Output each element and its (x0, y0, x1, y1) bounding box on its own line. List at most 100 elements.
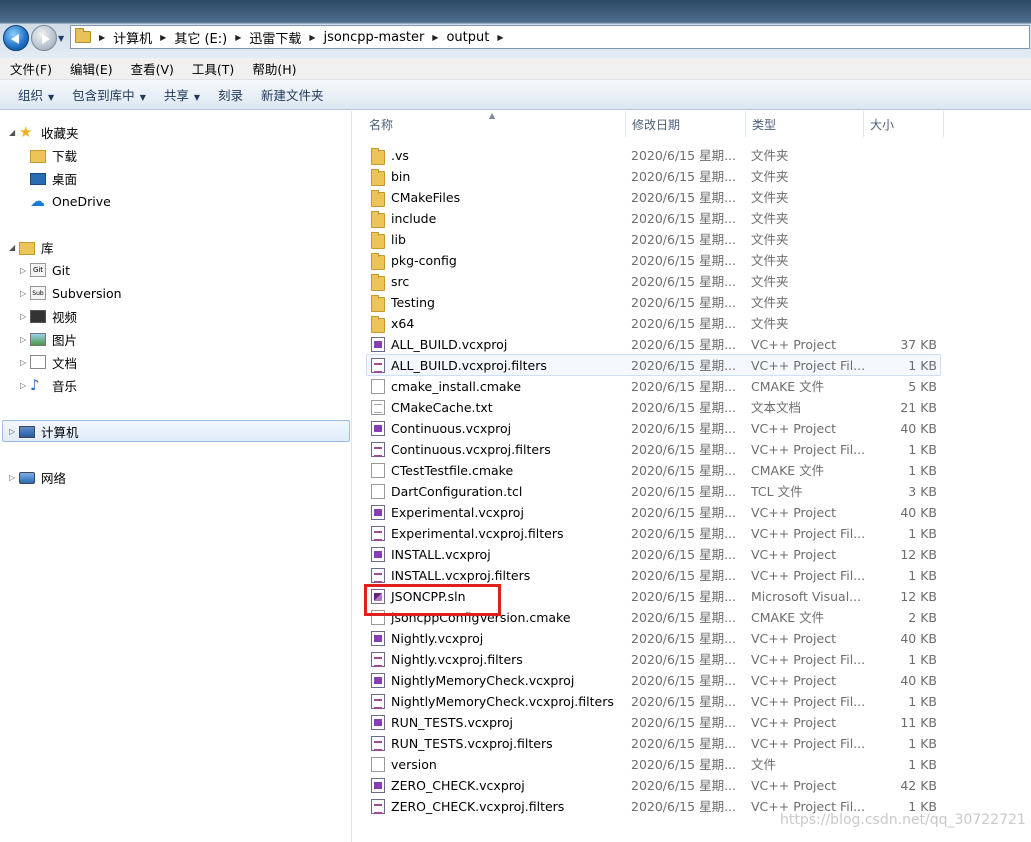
file-row[interactable]: Continuous.vcxproj.filters 2020/6/15 星期..… (353, 439, 1031, 460)
nav-downloads[interactable]: 下载 (30, 145, 77, 165)
file-row[interactable]: DartConfiguration.tcl 2020/6/15 星期... TCL … (353, 481, 1031, 502)
folder-icon (371, 211, 385, 228)
chevron-right-icon[interactable]: ▶ (497, 33, 503, 42)
file-row[interactable]: ALL_BUILD.vcxproj 2020/6/15 星期... VC++ Pro… (353, 334, 1031, 355)
include-in-library-button[interactable]: 包含到库中 ▼ (63, 85, 155, 104)
nav-music[interactable]: ▷ ♪ 音乐 (20, 375, 77, 395)
file-type: VC++ Project Fil... (751, 652, 866, 667)
cloud-icon: ☁ (30, 192, 45, 210)
expand-collapse-icon[interactable]: ◢ (9, 128, 19, 137)
expand-icon[interactable]: ▷ (20, 335, 30, 344)
file-row[interactable]: ZERO_CHECK.vcxproj 2020/6/15 星期... VC++ Pr… (353, 775, 1031, 796)
nav-onedrive[interactable]: ☁ OneDrive (30, 191, 111, 211)
nav-network[interactable]: ▷ 网络 (9, 467, 66, 487)
file-row[interactable]: pkg-config 2020/6/15 星期... 文件夹 (353, 250, 1031, 271)
breadcrumb-computer[interactable]: 计算机 (113, 28, 152, 47)
file-row[interactable]: INSTALL.vcxproj 2020/6/15 星期... VC++ Proje… (353, 544, 1031, 565)
address-bar[interactable]: ▶ 计算机 ▶ 其它 (E:) ▶ 迅雷下载 ▶ jsoncpp-master … (70, 25, 1030, 49)
nav-pictures[interactable]: ▷ 图片 (20, 329, 77, 349)
file-row[interactable]: lib 2020/6/15 星期... 文件夹 (353, 229, 1031, 250)
chevron-right-icon[interactable]: ▶ (309, 33, 315, 42)
breadcrumb-output[interactable]: output (446, 30, 489, 45)
file-row[interactable]: src 2020/6/15 星期... 文件夹 (353, 271, 1031, 292)
file-row[interactable]: Nightly.vcxproj.filters 2020/6/15 星期... VC… (353, 649, 1031, 670)
file-row[interactable]: Nightly.vcxproj 2020/6/15 星期... VC++ Proje… (353, 628, 1031, 649)
expand-collapse-icon[interactable]: ◢ (9, 243, 19, 252)
include-in-library-label: 包含到库中 (72, 88, 135, 103)
recent-pages-dropdown-icon[interactable]: ▼ (58, 34, 64, 43)
file-row[interactable]: ALL_BUILD.vcxproj.filters 2020/6/15 星期...… (353, 355, 1031, 376)
breadcrumb-jsoncpp-master[interactable]: jsoncpp-master (324, 30, 425, 45)
forward-button[interactable] (31, 25, 57, 51)
file-row[interactable]: CMakeFiles 2020/6/15 星期... 文件夹 (353, 187, 1031, 208)
chevron-right-icon[interactable]: ▶ (99, 33, 105, 42)
nav-git[interactable]: ▷ Git Git (20, 260, 70, 280)
file-row[interactable]: NightlyMemoryCheck.vcxproj.filters 2020/6… (353, 691, 1031, 712)
file-row[interactable]: Continuous.vcxproj 2020/6/15 星期... VC++ Pr… (353, 418, 1031, 439)
file-date: 2020/6/15 星期... (631, 673, 736, 688)
burn-button[interactable]: 刻录 (209, 85, 252, 104)
nav-desktop[interactable]: 桌面 (30, 168, 77, 188)
file-date: 2020/6/15 星期... (631, 610, 736, 625)
menu-edit[interactable]: 编辑(E) (60, 59, 121, 78)
column-size[interactable]: 大小 (864, 111, 944, 137)
documents-icon (30, 355, 46, 369)
menu-view[interactable]: 查看(V) (121, 59, 182, 78)
file-row[interactable]: INSTALL.vcxproj.filters 2020/6/15 星期... VC… (353, 565, 1031, 586)
expand-icon[interactable]: ▷ (20, 312, 30, 321)
expand-icon[interactable]: ▷ (20, 289, 30, 298)
file-row[interactable]: NightlyMemoryCheck.vcxproj 2020/6/15 星期..… (353, 670, 1031, 691)
expand-icon[interactable]: ▷ (20, 358, 30, 367)
filters-file-icon (371, 358, 385, 373)
nav-subversion[interactable]: ▷ Sub Subversion (20, 283, 122, 303)
share-button[interactable]: 共享 ▼ (155, 85, 209, 104)
file-row[interactable]: CTestTestfile.cmake 2020/6/15 星期... CMAKE … (353, 460, 1031, 481)
file-name: Experimental.vcxproj.filters (391, 526, 564, 541)
file-row[interactable]: RUN_TESTS.vcxproj.filters 2020/6/15 星期...… (353, 733, 1031, 754)
chevron-right-icon[interactable]: ▶ (235, 33, 241, 42)
file-date: 2020/6/15 星期... (631, 652, 736, 667)
file-row[interactable]: .vs 2020/6/15 星期... 文件夹 (353, 145, 1031, 166)
nav-computer[interactable]: ▷ 计算机 (9, 421, 79, 441)
file-name: .vs (391, 148, 409, 163)
navigation-pane: ◢ ★ 收藏夹 下载 桌面 ☁ OneDrive ◢ 库 ▷ Git Git ▷… (0, 111, 352, 842)
chevron-right-icon[interactable]: ▶ (432, 33, 438, 42)
file-name: version (391, 757, 437, 772)
file-row[interactable]: Experimental.vcxproj.filters 2020/6/15 星期… (353, 523, 1031, 544)
file-size: 1 KB (908, 736, 937, 751)
file-row[interactable]: CMakeCache.txt 2020/6/15 星期... 文本文档 21 KB (353, 397, 1031, 418)
chevron-right-icon[interactable]: ▶ (160, 33, 166, 42)
file-row[interactable]: bin 2020/6/15 星期... 文件夹 (353, 166, 1031, 187)
file-date: 2020/6/15 星期... (631, 757, 736, 772)
column-date[interactable]: 修改日期 (626, 111, 746, 137)
burn-label: 刻录 (218, 88, 244, 103)
breadcrumb-xunlei[interactable]: 迅雷下载 (249, 28, 301, 47)
nav-favorites[interactable]: ◢ ★ 收藏夹 (9, 122, 79, 142)
expand-icon[interactable]: ▷ (20, 266, 30, 275)
nav-documents[interactable]: ▷ 文档 (20, 352, 77, 372)
nav-libraries[interactable]: ◢ 库 (9, 237, 54, 257)
file-size: 1 KB (908, 526, 937, 541)
breadcrumb-drive-e[interactable]: 其它 (E:) (174, 28, 227, 47)
organize-button[interactable]: 组织 ▼ (0, 85, 63, 104)
menu-help[interactable]: 帮助(H) (242, 59, 304, 78)
back-button[interactable] (3, 25, 29, 51)
nav-videos[interactable]: ▷ 视频 (20, 306, 77, 326)
menu-file[interactable]: 文件(F) (0, 59, 60, 78)
file-name: RUN_TESTS.vcxproj.filters (391, 736, 553, 751)
expand-icon[interactable]: ▷ (9, 427, 19, 436)
new-folder-button[interactable]: 新建文件夹 (252, 85, 333, 104)
file-row[interactable]: x64 2020/6/15 星期... 文件夹 (353, 313, 1031, 334)
file-row[interactable]: version 2020/6/15 星期... 文件 1 KB (353, 754, 1031, 775)
expand-icon[interactable]: ▷ (9, 473, 19, 482)
file-row[interactable]: RUN_TESTS.vcxproj 2020/6/15 星期... VC++ Pro… (353, 712, 1031, 733)
menu-tools[interactable]: 工具(T) (182, 59, 242, 78)
expand-icon[interactable]: ▷ (20, 381, 30, 390)
nav-libraries-label: 库 (41, 240, 54, 256)
file-row[interactable]: cmake_install.cmake 2020/6/15 星期... CMAKE … (353, 376, 1031, 397)
file-size: 1 KB (908, 358, 937, 373)
file-row[interactable]: include 2020/6/15 星期... 文件夹 (353, 208, 1031, 229)
column-type[interactable]: 类型 (746, 111, 864, 137)
file-row[interactable]: Experimental.vcxproj 2020/6/15 星期... VC++ … (353, 502, 1031, 523)
file-row[interactable]: Testing 2020/6/15 星期... 文件夹 (353, 292, 1031, 313)
